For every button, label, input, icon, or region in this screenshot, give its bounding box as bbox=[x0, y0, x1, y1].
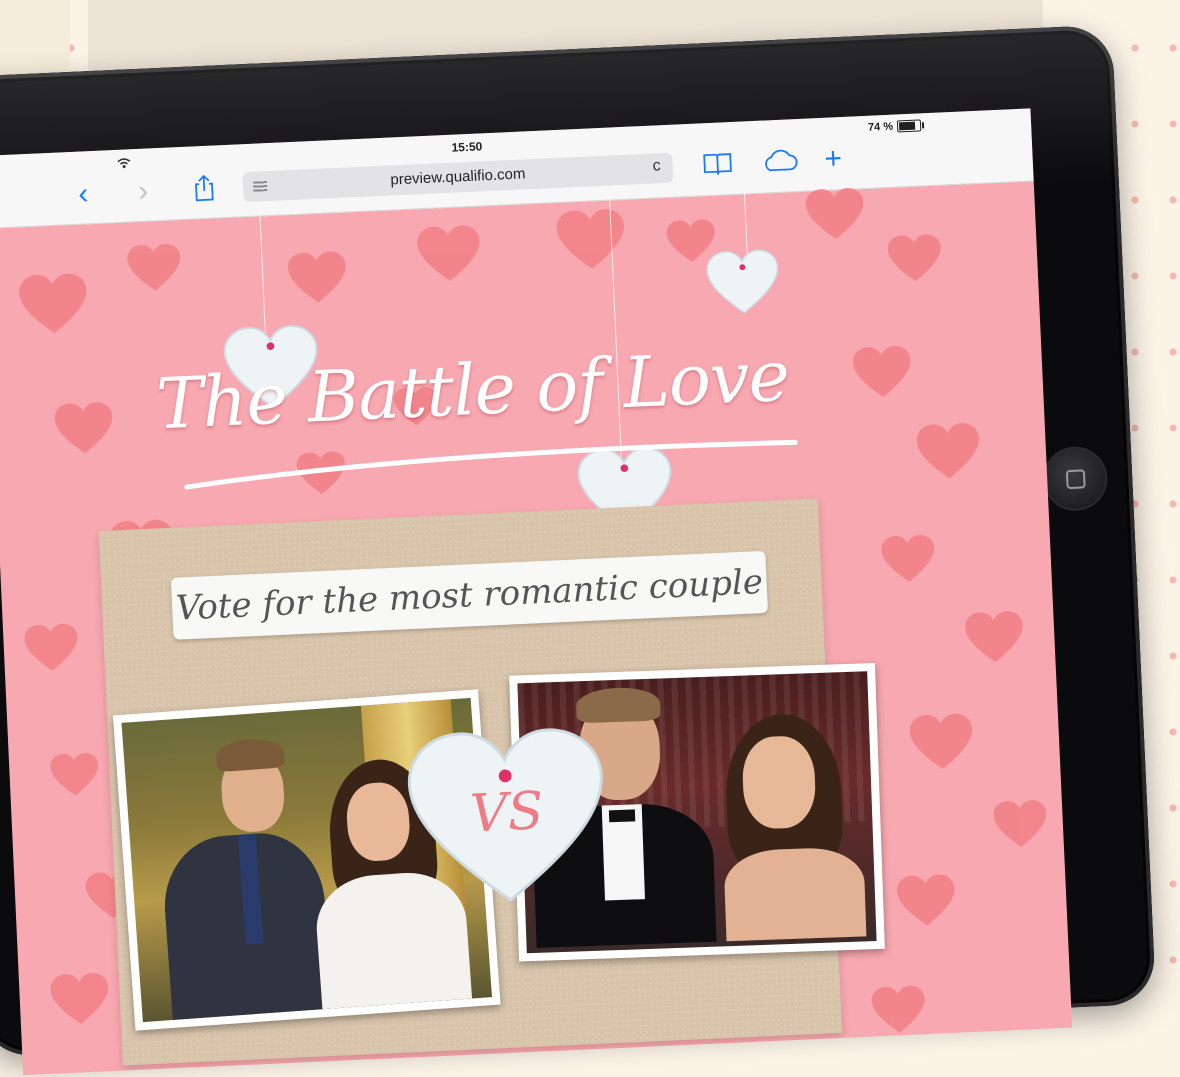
status-time: 15:50 bbox=[451, 139, 483, 155]
cloud-icon[interactable] bbox=[760, 147, 799, 180]
heart-icon bbox=[24, 623, 78, 671]
heart-icon bbox=[805, 187, 864, 239]
person-face bbox=[741, 735, 817, 830]
heart-icon bbox=[54, 402, 113, 454]
hanging-string bbox=[259, 215, 266, 336]
versus-heart: VS bbox=[403, 723, 611, 912]
heart-icon bbox=[871, 985, 925, 1033]
heart-icon bbox=[881, 534, 935, 582]
forward-icon[interactable]: › bbox=[138, 175, 149, 208]
tablet-device: 15:50 74 % ‹ › preview.qualifio.com c + bbox=[0, 24, 1162, 1076]
heart-icon bbox=[288, 251, 346, 303]
plus-icon[interactable]: + bbox=[824, 142, 843, 176]
heart-icon bbox=[993, 800, 1047, 847]
bookmarks-icon[interactable] bbox=[702, 150, 733, 182]
heart-icon bbox=[50, 973, 109, 1025]
battery-icon bbox=[896, 119, 922, 133]
versus-label: VS bbox=[468, 781, 545, 845]
heart-icon bbox=[852, 346, 911, 397]
tablet-screen: 15:50 74 % ‹ › preview.qualifio.com c + bbox=[0, 108, 1073, 1076]
heart-icon bbox=[896, 874, 955, 926]
heart-icon bbox=[909, 713, 973, 769]
heart-icon bbox=[19, 273, 87, 334]
heart-icon bbox=[50, 752, 99, 796]
address-bar[interactable]: preview.qualifio.com c bbox=[242, 152, 674, 203]
status-battery: 74 % bbox=[867, 119, 922, 134]
battery-percent: 74 % bbox=[867, 120, 894, 134]
hanging-string bbox=[743, 193, 748, 254]
share-icon[interactable] bbox=[193, 173, 216, 202]
back-icon[interactable]: ‹ bbox=[78, 177, 89, 210]
hanging-heart-icon bbox=[706, 249, 779, 314]
heart-icon bbox=[887, 234, 941, 282]
reload-icon[interactable]: c bbox=[652, 157, 661, 175]
heart-icon bbox=[127, 243, 181, 291]
wifi-icon bbox=[117, 157, 132, 172]
heart-icon bbox=[916, 423, 980, 479]
heart-icon bbox=[417, 225, 480, 281]
heart-icon bbox=[556, 209, 624, 269]
address-url: preview.qualifio.com bbox=[390, 165, 526, 189]
heart-icon bbox=[965, 611, 1023, 663]
